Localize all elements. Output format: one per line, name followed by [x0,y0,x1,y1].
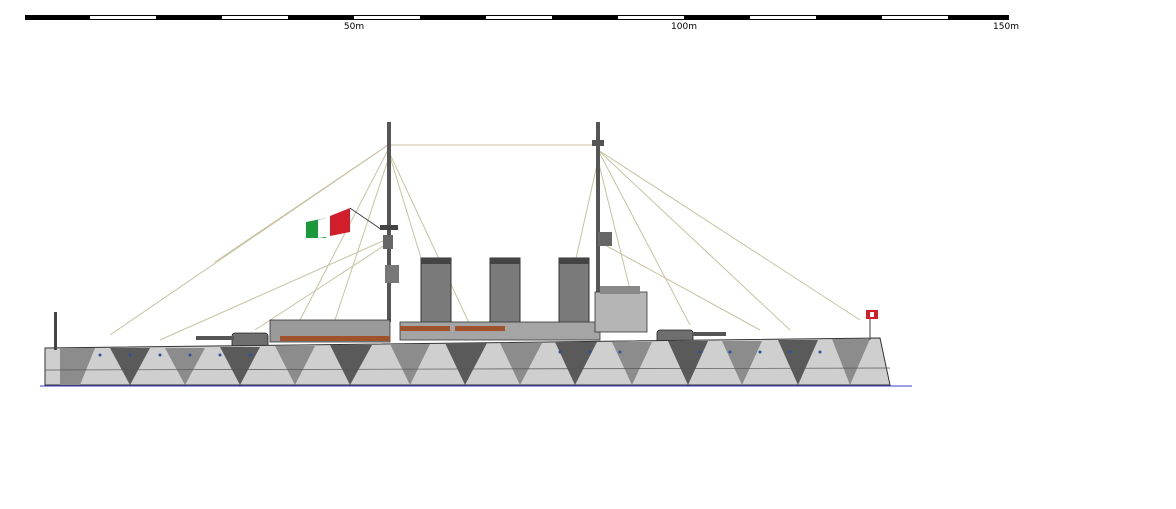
scale-label-100m: 100m [671,22,697,32]
scale-label-150m: 150m [993,22,1019,32]
hull [44,337,891,386]
superstructure [269,286,648,343]
funnels [420,257,590,327]
ship-profile-drawing [25,15,1009,387]
rigging [109,144,861,341]
jack-flag [866,310,878,340]
scale-label-50m: 50m [343,22,365,32]
stern-staff [54,312,57,350]
scale-bar [25,15,1009,20]
foremast [380,122,399,322]
